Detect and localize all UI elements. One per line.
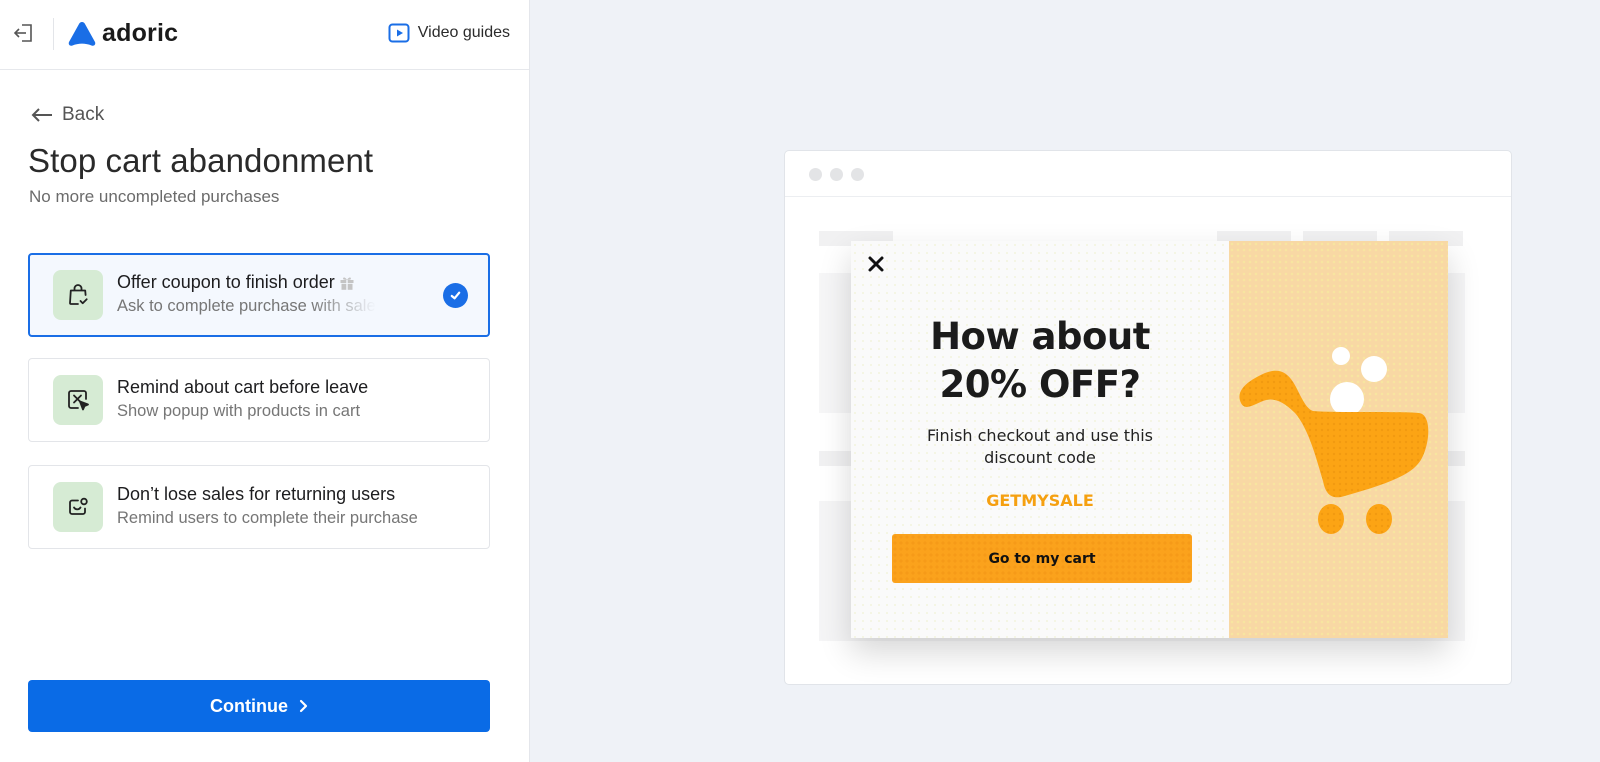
exit-icon[interactable] bbox=[12, 21, 36, 45]
go-to-cart-button[interactable]: Go to my cart bbox=[892, 534, 1192, 583]
option-icon-container bbox=[53, 482, 103, 532]
page-subtitle: No more uncompleted purchases bbox=[29, 187, 280, 206]
adoric-logo[interactable]: adoric bbox=[68, 19, 178, 48]
exit-intent-cursor-icon bbox=[68, 390, 89, 411]
continue-label: Continue bbox=[210, 695, 288, 716]
option-description: Remind users to complete their purchase bbox=[117, 509, 418, 527]
divider bbox=[53, 18, 54, 50]
option-icon-container bbox=[53, 375, 103, 425]
option-title-text: Offer coupon to finish order bbox=[117, 272, 335, 292]
page-title: Stop cart abandonment bbox=[28, 142, 374, 179]
popup-body-text: Finish checkout and use this discount co… bbox=[851, 425, 1229, 469]
window-dot bbox=[851, 168, 864, 181]
video-guides-link[interactable]: Video guides bbox=[388, 22, 510, 44]
popup-content: How about 20% OFF? Finish checkout and u… bbox=[851, 241, 1229, 638]
gift-icon bbox=[340, 276, 354, 290]
video-guides-label: Video guides bbox=[417, 24, 510, 41]
top-bar: adoric Video guides bbox=[0, 0, 529, 70]
option-offer-coupon[interactable]: Offer coupon to finish order Ask to comp… bbox=[28, 253, 490, 337]
option-description: Ask to complete purchase with sale bbox=[117, 297, 376, 315]
popup-image-panel bbox=[1229, 241, 1448, 638]
body-line-1: Finish checkout and use this bbox=[927, 426, 1153, 445]
option-title: Offer coupon to finish order bbox=[117, 272, 355, 293]
window-dot bbox=[830, 168, 843, 181]
headline-line-1: How about bbox=[930, 315, 1150, 358]
preview-browser-mockup: How about 20% OFF? Finish checkout and u… bbox=[784, 150, 1512, 685]
back-label: Back bbox=[62, 104, 105, 125]
body-line-2: discount code bbox=[984, 448, 1096, 467]
logo-mark-icon bbox=[68, 21, 96, 46]
shopping-cart-illustration bbox=[1239, 347, 1429, 534]
chevron-right-icon bbox=[299, 699, 308, 713]
close-icon[interactable] bbox=[867, 255, 885, 273]
returning-user-icon bbox=[69, 497, 88, 515]
option-icon-container bbox=[53, 270, 103, 320]
back-button[interactable]: Back bbox=[30, 104, 104, 126]
logo-text: adoric bbox=[102, 19, 179, 47]
setup-panel: adoric Video guides Back Stop cart aband… bbox=[0, 0, 530, 762]
option-returning-users[interactable]: Don’t lose sales for returning users Rem… bbox=[28, 465, 490, 549]
coupon-popup-preview: How about 20% OFF? Finish checkout and u… bbox=[851, 241, 1448, 638]
discount-code: GETMYSALE bbox=[986, 491, 1094, 510]
option-title: Don’t lose sales for returning users bbox=[117, 484, 396, 504]
continue-button[interactable]: Continue bbox=[28, 680, 490, 732]
option-title: Remind about cart before leave bbox=[117, 377, 369, 397]
option-remind-cart[interactable]: Remind about cart before leave Show popu… bbox=[28, 358, 490, 442]
browser-toolbar bbox=[785, 151, 1511, 197]
option-description: Show popup with products in cart bbox=[117, 402, 361, 420]
window-dot bbox=[809, 168, 822, 181]
play-icon bbox=[388, 23, 410, 43]
popup-headline: How about 20% OFF? bbox=[851, 313, 1229, 409]
arrow-left-icon bbox=[31, 108, 52, 122]
selected-check-icon bbox=[443, 283, 468, 308]
headline-line-2: 20% OFF? bbox=[939, 363, 1141, 406]
bag-check-icon bbox=[69, 284, 88, 305]
